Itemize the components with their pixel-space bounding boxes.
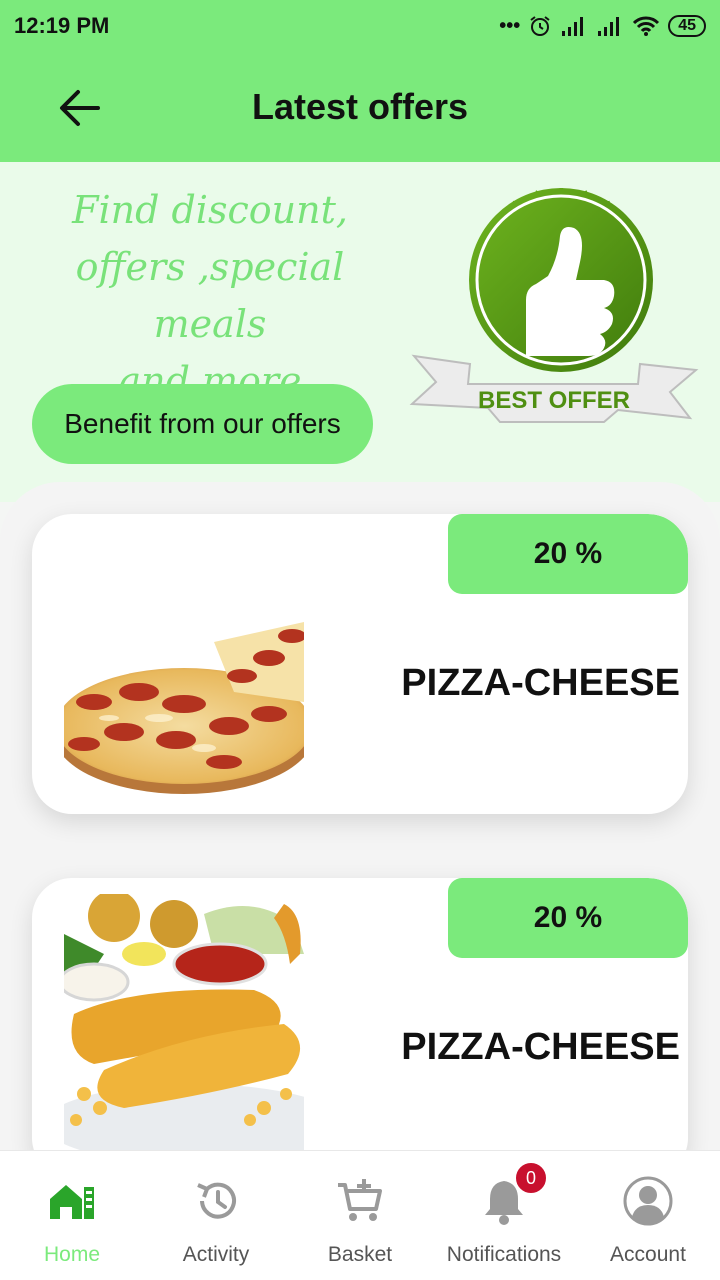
offer-card[interactable]: 20 % PIZZA-CHEESE	[32, 878, 688, 1178]
nav-item-home[interactable]: Home	[0, 1151, 144, 1280]
pizza-image	[64, 622, 304, 794]
benefit-offers-button[interactable]: Benefit from our offers	[32, 384, 373, 464]
tagline-line: Find discount,	[72, 188, 348, 232]
nav-item-notifications[interactable]: 0 Notifications	[432, 1151, 576, 1280]
nav-label: Home	[43, 1243, 101, 1266]
status-icons: ••• 45	[499, 14, 706, 38]
notification-count-badge: 0	[514, 1161, 548, 1195]
nav-label: Account	[610, 1243, 686, 1266]
discount-badge: 20 %	[448, 878, 688, 958]
nav-label: Basket	[327, 1243, 393, 1266]
best-offer-badge: BEST OFFER	[409, 188, 699, 423]
tagline-line: offers ,special meals	[75, 245, 345, 346]
wifi-icon	[633, 16, 660, 36]
discount-badge: 20 %	[448, 514, 688, 594]
hero-banner: Find discount, offers ,special meals and…	[0, 162, 720, 502]
fish-and-chips-image	[64, 894, 304, 1178]
history-icon	[190, 1175, 242, 1227]
app-bar: Latest offers	[0, 52, 720, 162]
basket-add-icon	[334, 1175, 386, 1227]
more-dots-icon: •••	[499, 14, 521, 37]
signal-icon-2	[598, 17, 620, 36]
home-icon	[46, 1175, 98, 1227]
status-bar: 12:19 PM ••• 45	[0, 0, 720, 52]
badge-text: BEST OFFER	[478, 387, 630, 414]
page-title: Latest offers	[251, 86, 469, 127]
status-time: 12:19 PM	[14, 13, 110, 38]
nav-item-account[interactable]: Account	[576, 1151, 720, 1280]
battery-indicator: 45	[668, 15, 706, 37]
nav-label: Notifications	[446, 1243, 562, 1266]
offer-name: PIZZA-CHEESE	[401, 1026, 680, 1068]
offer-card[interactable]: 20 % PIZZA-CHEESE	[32, 514, 688, 814]
nav-item-basket[interactable]: Basket	[288, 1151, 432, 1280]
account-icon	[622, 1175, 674, 1227]
nav-label: Activity	[182, 1243, 250, 1266]
alarm-icon	[530, 16, 550, 36]
offer-name: PIZZA-CHEESE	[401, 662, 680, 704]
signal-icon	[562, 17, 584, 36]
nav-item-activity[interactable]: Activity	[144, 1151, 288, 1280]
hero-tagline: Find discount, offers ,special meals and…	[20, 182, 400, 410]
bottom-nav: Home Activity Basket 0 Notifications Acc…	[0, 1150, 720, 1280]
